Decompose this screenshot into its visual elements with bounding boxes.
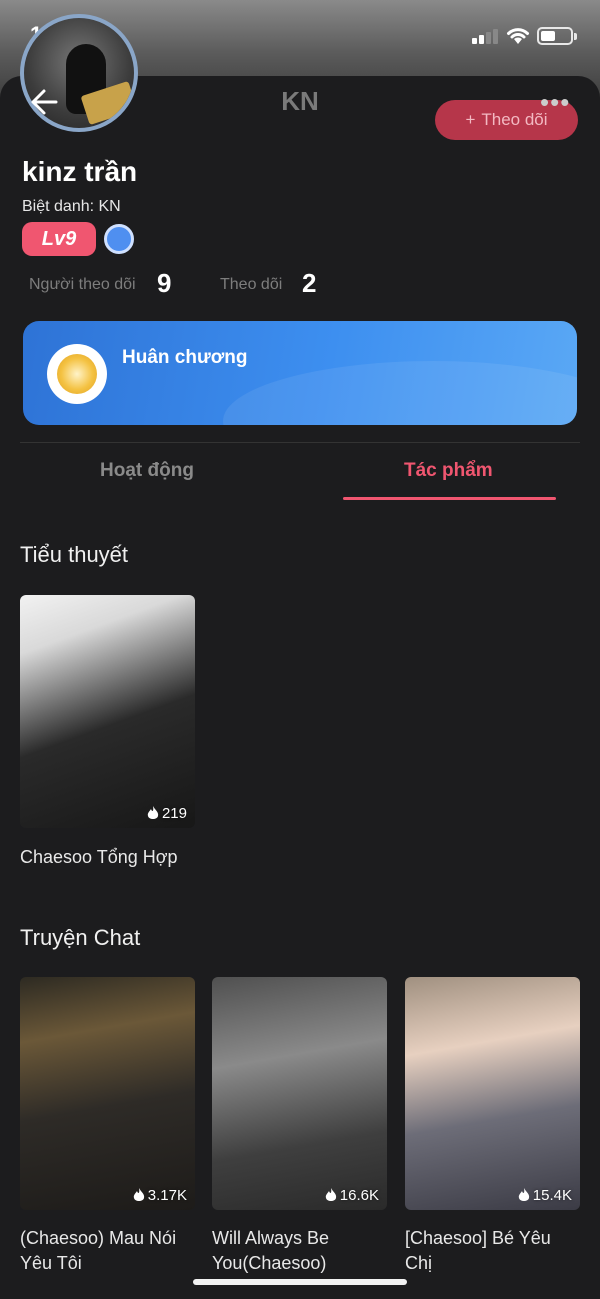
chat-title[interactable]: [Chaesoo] Bé Yêu Chị <box>405 1226 580 1276</box>
view-count-value: 3.17K <box>147 1187 187 1204</box>
view-count-value: 15.4K <box>532 1187 572 1204</box>
chat-cover[interactable]: 15.4K <box>405 977 580 1210</box>
novel-cover[interactable]: 219 <box>20 595 195 828</box>
flame-icon <box>518 1188 529 1201</box>
view-count: 219 <box>147 805 187 822</box>
view-count-value: 16.6K <box>339 1187 379 1204</box>
plus-icon: + <box>465 110 476 129</box>
chat-title-line: Chị <box>405 1253 433 1273</box>
novel-title[interactable]: Chaesoo Tổng Hợp <box>20 845 200 870</box>
section-title-novels: Tiểu thuyết <box>20 542 129 567</box>
flame-icon <box>147 806 159 819</box>
following-count[interactable]: 2 <box>302 268 316 299</box>
more-icon[interactable]: ••• <box>540 89 570 115</box>
chat-title[interactable]: Will Always Be You(Chaesoo) <box>212 1226 392 1276</box>
level-badge[interactable]: Lv9 <box>22 222 96 256</box>
view-count-value: 219 <box>161 805 187 822</box>
view-count: 16.6K <box>325 1187 379 1204</box>
flame-icon <box>133 1188 144 1201</box>
medal-banner[interactable]: Huân chương <box>23 321 577 425</box>
tab-activity[interactable]: Hoạt động <box>100 460 194 482</box>
chat-cover[interactable]: 16.6K <box>212 977 387 1210</box>
flame-icon <box>325 1188 336 1201</box>
nickname: Biệt danh: KN <box>22 198 121 215</box>
battery-icon <box>537 27 577 45</box>
chat-cover[interactable]: 3.17K <box>20 977 195 1210</box>
chat-title[interactable]: (Chaesoo) Mau Nói Yêu Tôi <box>20 1226 200 1276</box>
wifi-icon <box>507 28 529 44</box>
home-indicator[interactable] <box>193 1279 407 1285</box>
divider <box>20 442 580 443</box>
followers-label[interactable]: Người theo dõi <box>29 276 136 294</box>
view-count: 15.4K <box>518 1187 572 1204</box>
chat-title-line: Will Always Be <box>212 1228 330 1248</box>
chat-title-line: [Chaesoo] Bé Yêu <box>405 1228 551 1248</box>
chat-title-line: You(Chaesoo) <box>212 1253 327 1273</box>
tab-works[interactable]: Tác phẩm <box>404 460 493 482</box>
banner-title: Huân chương <box>122 347 248 368</box>
view-count: 3.17K <box>133 1187 187 1204</box>
followers-count[interactable]: 9 <box>157 268 171 299</box>
follow-label: Theo dõi <box>481 110 548 129</box>
tab-underline <box>343 497 556 500</box>
chat-title-line: (Chaesoo) Mau Nói <box>20 1228 177 1248</box>
user-name: kinz trần <box>22 156 138 187</box>
chat-title-line: Yêu Tôi <box>20 1253 82 1273</box>
medal-icon[interactable] <box>104 224 134 254</box>
signal-icon <box>472 28 500 44</box>
section-title-chats: Truyện Chat <box>20 925 141 950</box>
following-label[interactable]: Theo dõi <box>220 276 282 294</box>
badge-icon <box>47 344 107 404</box>
